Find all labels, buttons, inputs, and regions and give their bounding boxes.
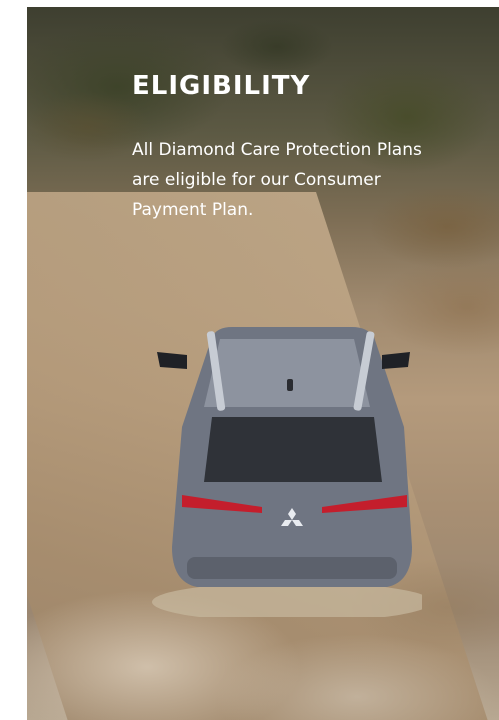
section-description: All Diamond Care Protection Plans are el… (132, 140, 422, 220)
hero-banner: ELIGIBILITY All Diamond Care Protection … (27, 7, 499, 720)
car-roof (204, 339, 370, 407)
section-heading: ELIGIBILITY (132, 71, 311, 101)
rear-window (204, 417, 382, 482)
side-mirror-left (157, 352, 187, 369)
car-shadow (152, 582, 422, 617)
hero-text-block: ELIGIBILITY All Diamond Care Protection … (132, 69, 432, 225)
rear-bumper (187, 557, 397, 579)
suv-image (152, 327, 422, 617)
antenna (287, 379, 293, 391)
side-mirror-right (382, 352, 410, 369)
page: ELIGIBILITY All Diamond Care Protection … (0, 0, 499, 720)
